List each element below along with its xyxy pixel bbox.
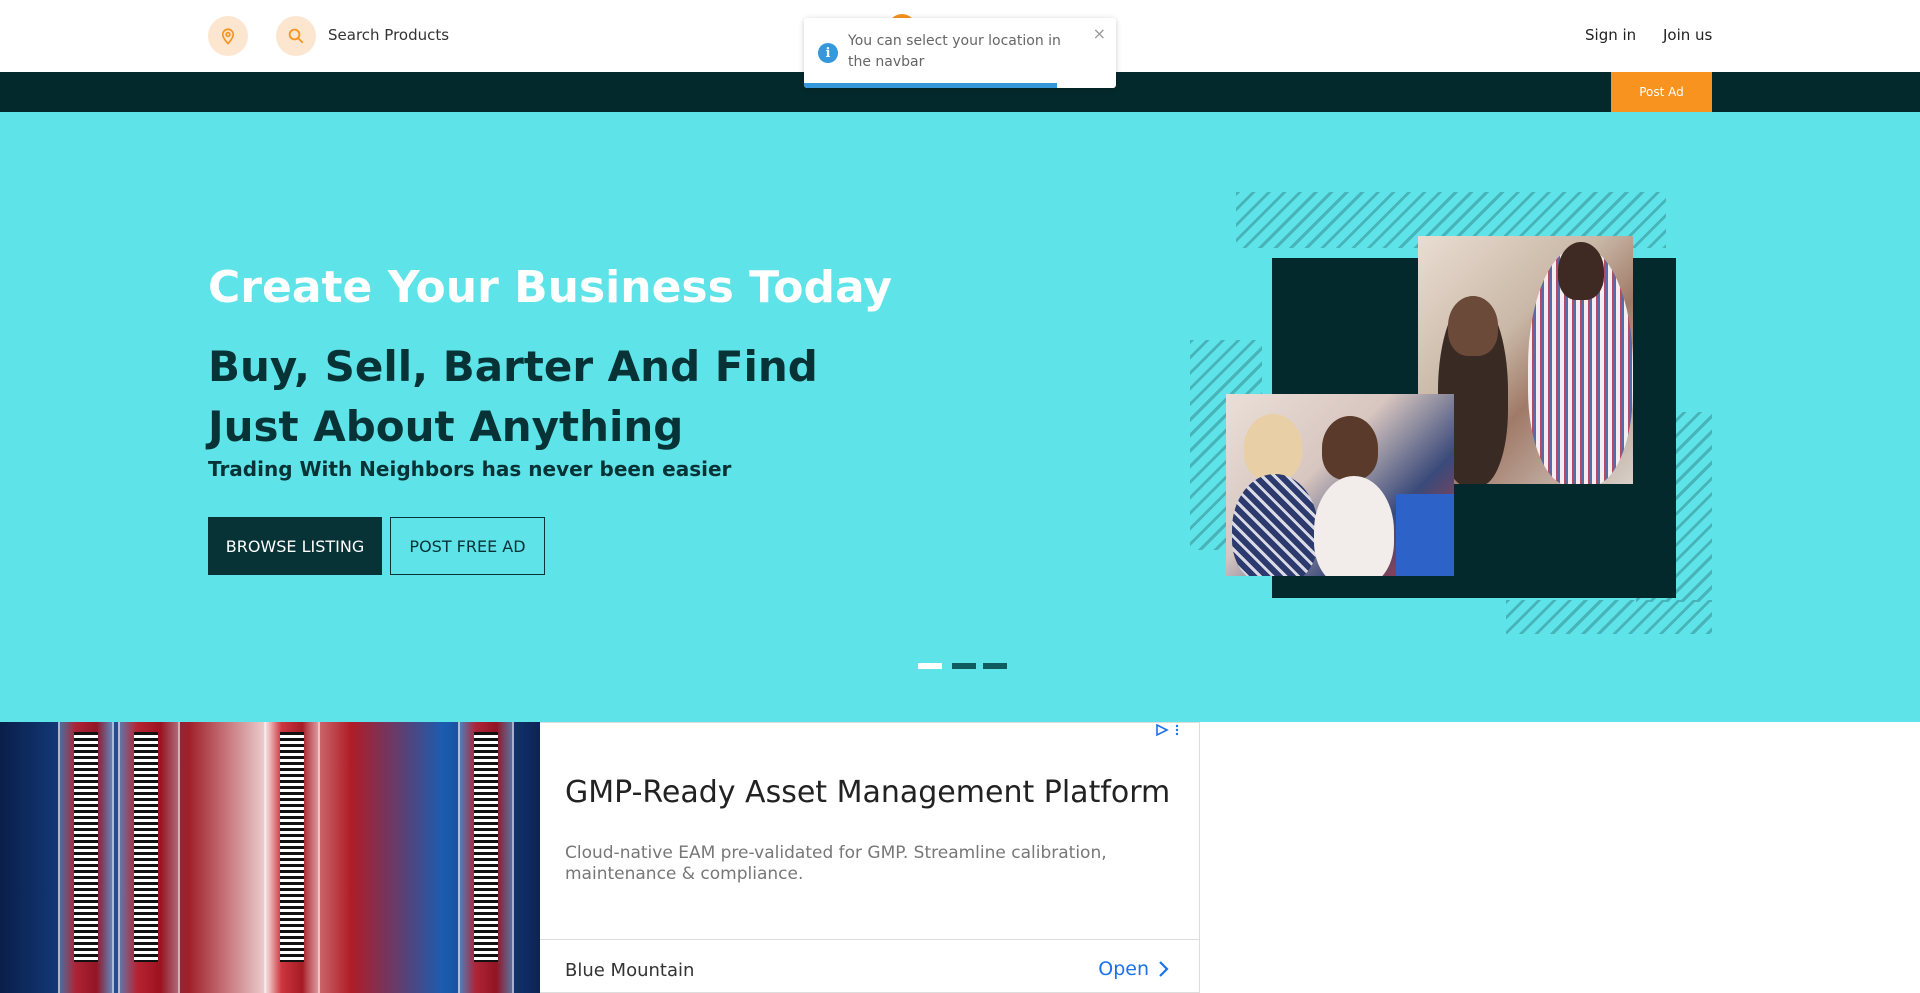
ad-advertiser-name: Blue Mountain xyxy=(565,960,695,981)
info-icon: i xyxy=(818,43,838,63)
slider-dot-3[interactable] xyxy=(983,663,1007,669)
hero-title: Create Your Business Today xyxy=(208,262,893,313)
toast-message: You can select your location in the navb… xyxy=(848,33,1061,70)
chevron-right-icon xyxy=(1159,961,1169,977)
ad-image-test-tubes[interactable] xyxy=(0,722,540,993)
hero-photo-shoppers xyxy=(1226,394,1454,576)
location-button[interactable] xyxy=(208,16,248,56)
search-products-link[interactable]: Search Products xyxy=(328,26,449,44)
decorative-hatch-bottom xyxy=(1506,600,1712,634)
search-button[interactable] xyxy=(276,16,316,56)
ad-content: GMP-Ready Asset Management Platform Clou… xyxy=(540,722,1200,993)
slider-dot-1[interactable] xyxy=(918,663,942,669)
post-free-ad-button[interactable]: POST FREE AD xyxy=(390,517,545,575)
sign-in-link[interactable]: Sign in xyxy=(1585,26,1636,44)
browse-listing-button[interactable]: BROWSE LISTING xyxy=(208,517,382,575)
hero-tagline: Trading With Neighbors has never been ea… xyxy=(208,457,732,481)
ad-title[interactable]: GMP-Ready Asset Management Platform xyxy=(565,775,1170,810)
map-pin-icon xyxy=(221,28,235,45)
ad-description: Cloud-native EAM pre-validated for GMP. … xyxy=(565,843,1107,884)
location-toast: i You can select your location in the na… xyxy=(804,18,1116,88)
ad-divider xyxy=(540,939,1199,940)
adchoices-icon[interactable] xyxy=(1155,723,1181,740)
post-ad-button[interactable]: Post Ad xyxy=(1611,72,1712,112)
ad-open-button[interactable]: Open xyxy=(1098,958,1169,980)
search-icon xyxy=(288,28,304,44)
advertisement[interactable]: GMP-Ready Asset Management Platform Clou… xyxy=(0,722,1200,993)
toast-close-button[interactable]: × xyxy=(1093,24,1106,43)
toast-progress-bar xyxy=(804,83,1057,88)
hero-subtitle: Buy, Sell, Barter And Find Just About An… xyxy=(208,342,818,451)
ad-open-label: Open xyxy=(1098,958,1149,980)
slider-dot-2[interactable] xyxy=(952,663,976,669)
hero-banner: Create Your Business Today Buy, Sell, Ba… xyxy=(0,112,1920,722)
join-us-link[interactable]: Join us xyxy=(1663,26,1712,44)
